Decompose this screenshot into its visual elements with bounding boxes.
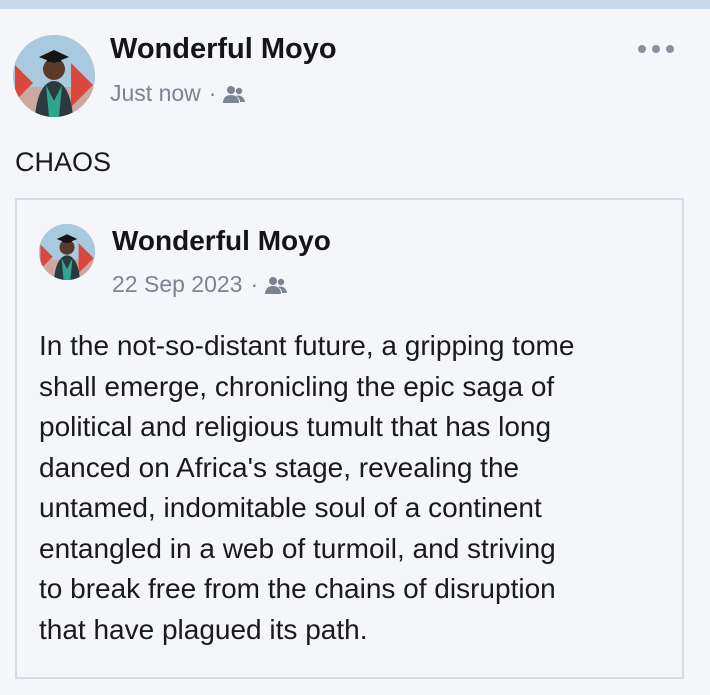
shared-post-text: In the not-so-distant future, a gripping… <box>39 326 679 650</box>
top-divider-bar <box>0 0 710 9</box>
text-line: entangled in a web of turmoil, and striv… <box>39 532 556 564</box>
author-name[interactable]: Wonderful Moyo <box>110 33 337 66</box>
shared-post-meta: 22 Sep 2023 · <box>112 271 288 298</box>
more-dot <box>666 45 674 53</box>
meta-separator: · <box>208 80 217 106</box>
shared-post-card[interactable]: Wonderful Moyo 22 Sep 2023 · In the not-… <box>15 198 684 679</box>
friends-icon[interactable] <box>222 84 246 104</box>
post-timestamp[interactable]: Just now <box>110 80 201 107</box>
author-avatar[interactable] <box>13 35 95 117</box>
post-text: CHAOS <box>15 147 112 177</box>
text-line: In the not-so-distant future, a gripping… <box>39 330 575 361</box>
text-line: political and religious tumult that has … <box>39 411 552 442</box>
shared-post-timestamp[interactable]: 22 Sep 2023 <box>112 271 242 298</box>
friends-icon[interactable] <box>264 275 288 295</box>
text-line: that have plagued its path. <box>39 613 368 645</box>
shared-author-avatar[interactable] <box>39 224 95 280</box>
text-line: danced on Africa's stage, revealing the <box>39 451 520 483</box>
text-line: untamed, indomitable soul of a continent <box>39 492 542 523</box>
post-meta: Just now · <box>110 80 246 107</box>
feed-post: Wonderful Moyo Just now · CHAOS Wonderfu… <box>0 9 710 695</box>
text-line: to break free from the chains of disrupt… <box>39 573 556 604</box>
more-dot <box>638 45 646 53</box>
text-line: shall emerge, chronicling the epic saga … <box>39 370 555 402</box>
more-options-icon[interactable] <box>638 39 674 59</box>
more-dot <box>652 45 660 53</box>
shared-author-name[interactable]: Wonderful Moyo <box>112 225 331 257</box>
meta-separator: · <box>250 271 259 297</box>
